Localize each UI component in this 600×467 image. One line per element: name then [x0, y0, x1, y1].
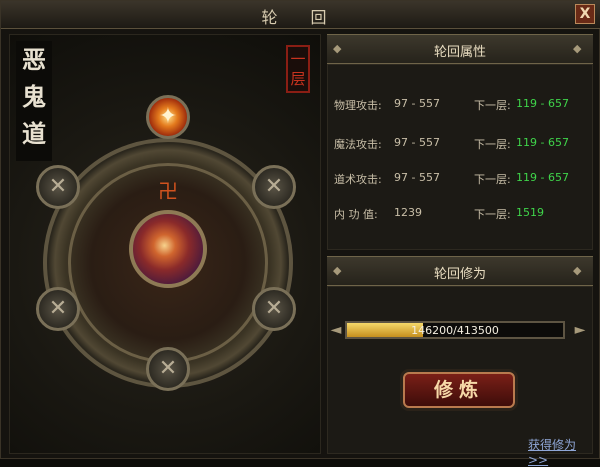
window-title: 轮 回 — [261, 8, 341, 27]
cultivation-progress-bar: 146200/413500 — [345, 321, 565, 339]
stat-current: 97 - 557 — [394, 136, 440, 149]
stat-row-internal-power: 内 功 值: 1239 下一层: 1519 — [334, 206, 590, 222]
stat-current: 1239 — [394, 206, 422, 219]
ornament-right-icon: ◆ — [573, 264, 582, 277]
attributes-body: 物理攻击: 97 - 557 下一层: 119 - 657 魔法攻击: 97 -… — [327, 64, 593, 250]
attributes-header: ◆ 轮回属性 ◆ — [327, 34, 593, 64]
swastika-rune-icon: 卍 — [158, 179, 178, 203]
layer-badge: 一层 — [286, 45, 310, 93]
progress-ornament-right-icon: ► — [574, 322, 586, 338]
node-upper-right-sword-icon[interactable]: ✕ — [252, 165, 296, 209]
node-top-flame-icon[interactable]: ✦ — [146, 95, 190, 139]
stat-current: 97 - 557 — [394, 97, 440, 110]
stat-next-label: 下一层: — [474, 99, 511, 112]
reincarnation-wheel-panel: 恶鬼道 一层 卍 ✦ ✕ ✕ ✕ ✕ ✕ — [9, 34, 321, 454]
obtain-cultivation-link[interactable]: 获得修为>> — [528, 436, 593, 467]
stat-row-magic: 魔法攻击: 97 - 557 下一层: 119 - 657 — [334, 136, 590, 152]
cultivation-body — [327, 286, 593, 454]
stat-label: 道术攻击: — [334, 173, 382, 186]
stat-next-value: 119 - 657 — [516, 136, 569, 149]
attributes-title: 轮回属性 — [433, 45, 486, 60]
title-bar: 轮 回 X — [1, 1, 600, 29]
node-lower-left-sword-icon[interactable]: ✕ — [36, 287, 80, 331]
stat-current: 97 - 557 — [394, 171, 440, 184]
ornament-right-icon: ◆ — [573, 42, 582, 55]
vortex-core-icon — [129, 210, 207, 288]
stat-row-taoist: 道术攻击: 97 - 557 下一层: 119 - 657 — [334, 171, 590, 187]
progress-ornament-left-icon: ◄ — [330, 322, 342, 338]
close-button[interactable]: X — [575, 4, 595, 24]
cultivation-title: 轮回修为 — [433, 267, 486, 282]
node-upper-left-sword-icon[interactable]: ✕ — [36, 165, 80, 209]
stat-next-label: 下一层: — [474, 138, 511, 151]
stat-next-value: 1519 — [516, 206, 544, 219]
realm-name: 恶鬼道 — [16, 41, 52, 161]
stat-label: 魔法攻击: — [334, 138, 382, 151]
reincarnation-window: 轮 回 X 恶鬼道 一层 卍 ✦ ✕ ✕ ✕ ✕ ✕ ◆ 轮回属性 ◆ 物理攻击… — [0, 0, 600, 467]
stat-row-physical: 物理攻击: 97 - 557 下一层: 119 - 657 — [334, 97, 590, 113]
cultivate-button[interactable]: 修炼 — [403, 372, 515, 408]
node-lower-right-sword-icon[interactable]: ✕ — [252, 287, 296, 331]
stat-next-label: 下一层: — [474, 208, 511, 221]
stat-next-value: 119 - 657 — [516, 97, 569, 110]
progress-text: 146200/413500 — [411, 324, 499, 337]
stat-next-label: 下一层: — [474, 173, 511, 186]
stat-label: 内 功 值: — [334, 208, 378, 221]
stat-next-value: 119 - 657 — [516, 171, 569, 184]
info-panel: ◆ 轮回属性 ◆ 物理攻击: 97 - 557 下一层: 119 - 657 魔… — [327, 34, 593, 467]
stat-label: 物理攻击: — [334, 99, 382, 112]
node-bottom-sword-icon[interactable]: ✕ — [146, 347, 190, 391]
cultivation-header: ◆ 轮回修为 ◆ — [327, 256, 593, 286]
